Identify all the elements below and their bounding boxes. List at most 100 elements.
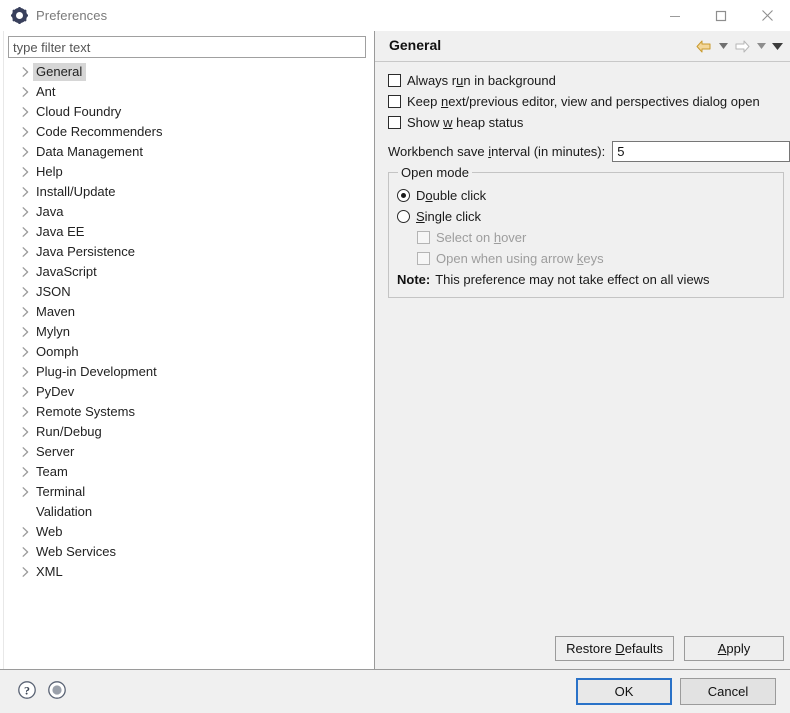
tree-item-oomph[interactable]: Oomph — [5, 342, 373, 362]
radio-row[interactable]: Double click — [389, 185, 783, 206]
checkbox-icon[interactable] — [388, 95, 401, 108]
tree-item-plug-in-development[interactable]: Plug-in Development — [5, 362, 373, 382]
maximize-icon[interactable] — [698, 0, 744, 31]
chevron-right-icon[interactable] — [17, 487, 33, 497]
tree-item-cloud-foundry[interactable]: Cloud Foundry — [5, 102, 373, 122]
cancel-button[interactable]: Cancel — [680, 678, 776, 705]
chevron-right-icon[interactable] — [17, 467, 33, 477]
chevron-right-icon[interactable] — [17, 307, 33, 317]
chevron-right-icon[interactable] — [17, 267, 33, 277]
checkbox-row: Open when using arrow keys — [389, 248, 783, 269]
tree-item-javascript[interactable]: JavaScript — [5, 262, 373, 282]
chevron-right-icon[interactable] — [17, 207, 33, 217]
tree-item-java-ee[interactable]: Java EE — [5, 222, 373, 242]
forward-arrow-icon[interactable] — [732, 36, 752, 56]
chevron-right-icon[interactable] — [17, 67, 33, 77]
preference-tree[interactable]: General Ant Cloud Foundry Code Recommenders… — [5, 62, 373, 657]
tree-item-web[interactable]: Web — [5, 522, 373, 542]
left-edge-strip — [0, 31, 4, 669]
chevron-right-icon[interactable] — [17, 547, 33, 557]
tree-item-java-persistence[interactable]: Java Persistence — [5, 242, 373, 262]
open-mode-group: Open mode Double click Single click Selec… — [388, 165, 784, 298]
tree-item-label: Plug-in Development — [36, 364, 157, 379]
checkbox-row[interactable]: Always run in background — [375, 70, 790, 91]
tree-item-label: Validation — [36, 504, 93, 519]
tree-item-label: Java Persistence — [36, 244, 135, 259]
title-bar: Preferences — [0, 0, 790, 31]
chevron-right-icon[interactable] — [17, 407, 33, 417]
chevron-right-icon[interactable] — [17, 527, 33, 537]
chevron-right-icon[interactable] — [17, 567, 33, 577]
tree-item-maven[interactable]: Maven — [5, 302, 373, 322]
footer-icons: ? — [17, 680, 67, 700]
filter-input[interactable] — [8, 36, 366, 58]
tree-item-data-management[interactable]: Data Management — [5, 142, 373, 162]
checkbox-label: Open when using arrow keys — [436, 251, 604, 266]
svg-text:?: ? — [24, 683, 30, 697]
tree-item-help[interactable]: Help — [5, 162, 373, 182]
checkbox-label: Keep next/previous editor, view and pers… — [407, 94, 760, 109]
tree-item-web-services[interactable]: Web Services — [5, 542, 373, 562]
pane-navigation — [694, 36, 784, 56]
radio-icon[interactable] — [397, 189, 410, 202]
tree-item-code-recommenders[interactable]: Code Recommenders — [5, 122, 373, 142]
tree-item-mylyn[interactable]: Mylyn — [5, 322, 373, 342]
tree-item-server[interactable]: Server — [5, 442, 373, 462]
chevron-right-icon[interactable] — [17, 87, 33, 97]
chevron-right-icon[interactable] — [17, 227, 33, 237]
checkbox-row[interactable]: Keep next/previous editor, view and pers… — [375, 91, 790, 112]
chevron-right-icon[interactable] — [17, 327, 33, 337]
checkbox-row: Select on hover — [389, 227, 783, 248]
back-menu-chevron-down-icon[interactable] — [716, 36, 730, 56]
chevron-right-icon[interactable] — [17, 347, 33, 357]
chevron-right-icon[interactable] — [17, 187, 33, 197]
tree-item-label: Run/Debug — [36, 424, 102, 439]
chevron-right-icon[interactable] — [17, 167, 33, 177]
tree-item-validation[interactable]: Validation — [5, 502, 373, 522]
preferences-dialog: Preferences GeneralAntCloud F — [0, 0, 790, 713]
chevron-right-icon[interactable] — [17, 287, 33, 297]
chevron-right-icon[interactable] — [17, 247, 33, 257]
chevron-right-icon[interactable] — [17, 387, 33, 397]
checkbox-icon[interactable] — [388, 116, 401, 129]
chevron-right-icon[interactable] — [17, 367, 33, 377]
forward-menu-chevron-down-icon[interactable] — [754, 36, 768, 56]
close-icon[interactable] — [744, 0, 790, 31]
minimize-icon[interactable] — [652, 0, 698, 31]
tree-item-run-debug[interactable]: Run/Debug — [5, 422, 373, 442]
tree-item-pydev[interactable]: PyDev — [5, 382, 373, 402]
save-interval-input[interactable] — [612, 141, 790, 162]
tree-item-team[interactable]: Team — [5, 462, 373, 482]
checkbox-row[interactable]: Show w heap status — [375, 112, 790, 133]
radio-icon[interactable] — [397, 210, 410, 223]
tree-item-terminal[interactable]: Terminal — [5, 482, 373, 502]
save-interval-label: Workbench save interval (in minutes): — [388, 144, 606, 159]
save-interval-row: Workbench save interval (in minutes): — [375, 140, 790, 163]
circle-icon[interactable] — [47, 680, 67, 700]
chevron-right-icon[interactable] — [17, 447, 33, 457]
tree-item-remote-systems[interactable]: Remote Systems — [5, 402, 373, 422]
chevron-right-icon[interactable] — [17, 107, 33, 117]
view-menu-chevron-down-icon[interactable] — [770, 36, 784, 56]
checkbox-label: Always run in background — [407, 73, 556, 88]
pane-body: Always run in background Keep next/previo… — [375, 62, 790, 163]
tree-item-label: Help — [36, 164, 63, 179]
checkbox-icon[interactable] — [388, 74, 401, 87]
question-mark-help-icon[interactable]: ? — [17, 680, 37, 700]
chevron-right-icon[interactable] — [17, 147, 33, 157]
chevron-right-icon[interactable] — [17, 427, 33, 437]
tree-item-label: Team — [36, 464, 68, 479]
tree-item-xml[interactable]: XML — [5, 562, 373, 582]
restore-defaults-button[interactable]: Restore Defaults — [555, 636, 674, 661]
radio-row[interactable]: Single click — [389, 206, 783, 227]
general-checkbox-group: Always run in background Keep next/previo… — [375, 70, 790, 133]
back-arrow-icon[interactable] — [694, 36, 714, 56]
tree-item-install-update[interactable]: Install/Update — [5, 182, 373, 202]
tree-item-ant[interactable]: Ant — [5, 82, 373, 102]
apply-button[interactable]: Apply — [684, 636, 784, 661]
tree-item-java[interactable]: Java — [5, 202, 373, 222]
ok-button[interactable]: OK — [576, 678, 672, 705]
tree-item-general[interactable]: General — [5, 62, 373, 82]
tree-item-json[interactable]: JSON — [5, 282, 373, 302]
chevron-right-icon[interactable] — [17, 127, 33, 137]
